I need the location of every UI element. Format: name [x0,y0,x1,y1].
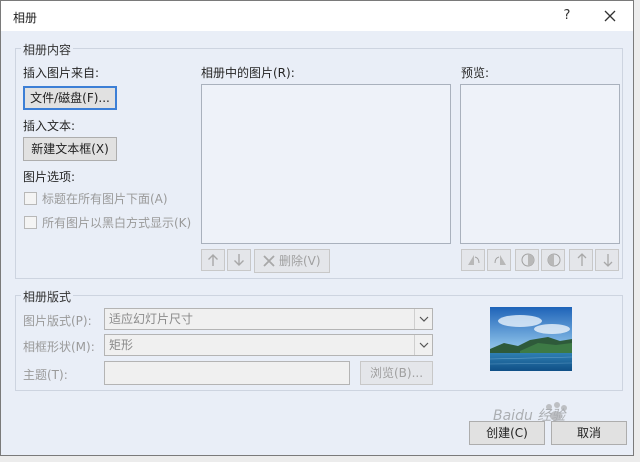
new-textbox-button[interactable]: 新建文本框(X) [23,137,117,161]
dialog-title: 相册 [13,11,38,25]
watermark-text: Baidu 经验 [493,408,566,424]
arrow-down-icon [234,254,244,266]
landscape-thumbnail [490,307,572,371]
pictures-in-album-list[interactable] [201,84,451,244]
pictures-in-album-label: 相册中的图片(R): [201,66,295,80]
layout-preview-image [490,307,572,371]
theme-input[interactable] [104,361,350,385]
close-icon [604,10,616,22]
chevron-down-icon [419,316,429,322]
rotate-right-icon [494,255,506,265]
caption-below-checkbox[interactable] [24,192,37,205]
file-disk-button[interactable]: 文件/磁盘(F)... [23,86,117,110]
contrast-up-icon [521,253,535,267]
rotate-left-button[interactable] [461,249,485,271]
move-up-button[interactable] [201,249,225,271]
delete-button-label: 删除(V) [279,254,321,268]
picture-options-label: 图片选项: [23,170,76,184]
decrease-brightness-button[interactable] [595,249,619,271]
picture-layout-select[interactable]: 适应幻灯片尺寸 [104,308,433,330]
baidu-jingyan-watermark: Baidu 经验 [487,399,617,429]
brightness-up-icon [577,253,587,266]
photo-album-dialog: 相册 ? 相册内容 插入图片来自: 文件/磁盘(F)... 插入文本: 新建文本… [0,0,634,456]
title-bar: 相册 ? [1,1,633,31]
black-white-label: 所有图片以黑白方式显示(K) [42,216,192,230]
contrast-down-icon [547,253,561,267]
delete-x-icon [263,255,275,267]
picture-layout-label: 图片版式(P): [23,314,92,328]
chevron-down-icon [419,342,429,348]
close-button[interactable] [599,5,621,27]
brightness-down-icon [603,254,613,267]
insert-text-label: 插入文本: [23,119,76,133]
caption-below-label: 标题在所有图片下面(A) [42,192,168,206]
preview-label: 预览: [461,66,490,80]
picture-layout-value: 适应幻灯片尺寸 [109,312,194,326]
frame-shape-select[interactable]: 矩形 [104,334,433,356]
help-button[interactable]: ? [556,5,578,27]
frame-shape-label: 相框形状(M): [23,340,95,354]
album-layout-group-label: 相册版式 [21,288,74,305]
frame-shape-value: 矩形 [109,338,134,352]
increase-contrast-button[interactable] [515,249,539,271]
preview-pane [460,84,620,244]
browse-button[interactable]: 浏览(B)... [360,361,433,385]
decrease-contrast-button[interactable] [541,249,565,271]
theme-label: 主题(T): [23,368,68,382]
album-content-group-label: 相册内容 [21,41,74,58]
rotate-left-icon [468,255,480,265]
black-white-checkbox[interactable] [24,216,37,229]
rotate-right-button[interactable] [487,249,511,271]
delete-button[interactable]: 删除(V) [254,249,330,273]
increase-brightness-button[interactable] [569,249,593,271]
move-down-button[interactable] [227,249,251,271]
arrow-up-icon [208,254,218,266]
insert-picture-from-label: 插入图片来自: [23,66,100,80]
